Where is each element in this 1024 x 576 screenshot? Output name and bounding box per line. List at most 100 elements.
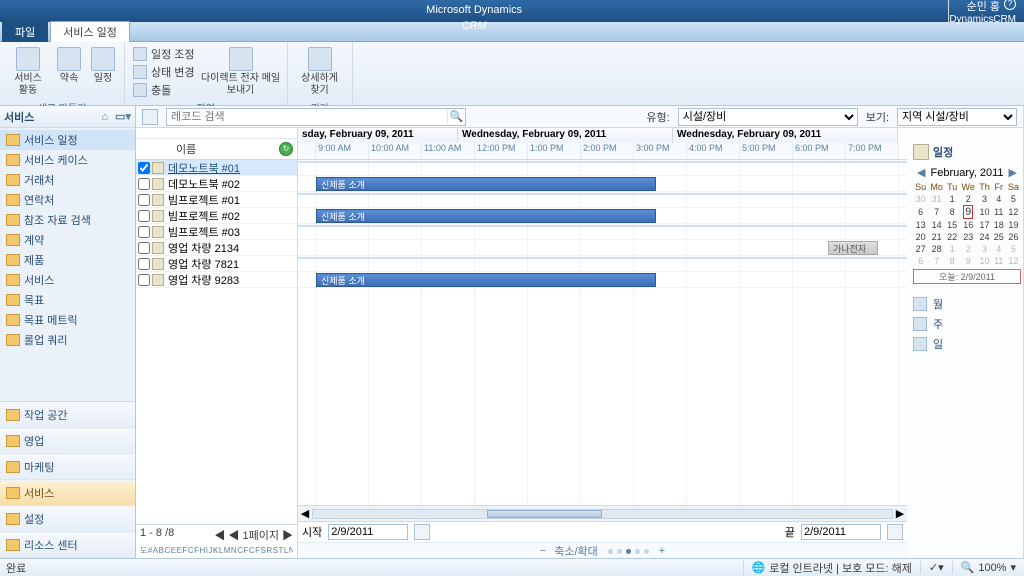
resource-checkbox[interactable] [138, 226, 150, 238]
search-icon[interactable]: 🔍 [447, 110, 465, 123]
alpha-filter[interactable]: 도#ABCEEFCFHIJKLMNCFCFSRSTLNVXYZ [140, 545, 293, 556]
nav-bottom-item-2[interactable]: 마케팅 [0, 454, 135, 480]
mini-cal-day[interactable]: 17 [977, 219, 992, 231]
timeline-row[interactable]: 신제품 소개 [298, 272, 907, 288]
mini-cal-day[interactable]: 14 [928, 219, 945, 231]
nav-bottom-item-4[interactable]: 설정 [0, 506, 135, 532]
change-status-button[interactable]: 상태 변경 [133, 64, 195, 80]
mini-cal-day[interactable]: 11 [992, 255, 1006, 267]
refresh-icon[interactable]: ↻ [279, 142, 293, 156]
resource-checkbox[interactable] [138, 194, 150, 206]
mini-cal-day[interactable]: 3 [977, 193, 992, 205]
start-date-input[interactable] [328, 524, 408, 540]
timeline-hscrollbar[interactable]: ◀▶ [298, 505, 907, 521]
mini-cal-day[interactable]: 9 [959, 205, 977, 219]
compat-button[interactable]: ✓▾ [920, 561, 952, 574]
today-link[interactable]: 오늘: 2/9/2011 [913, 269, 1021, 284]
zoom-out-button[interactable]: − [540, 545, 546, 557]
nav-item-4[interactable]: 참조 자료 검색 [0, 210, 135, 230]
type-select[interactable]: 시설/장비 [678, 108, 858, 126]
appointment[interactable]: 신제품 소개 [316, 177, 656, 191]
nav-item-7[interactable]: 서비스 [0, 270, 135, 290]
mini-cal-day[interactable]: 21 [928, 231, 945, 243]
adjust-schedule-button[interactable]: 일정 조정 [133, 46, 195, 62]
mini-cal-day[interactable]: 1 [945, 243, 959, 255]
mini-cal-day[interactable]: 5 [1006, 243, 1021, 255]
mini-cal-day[interactable]: 6 [913, 255, 928, 267]
zoom-in-button[interactable]: + [659, 545, 665, 557]
timeline-row[interactable]: 가나전자 [298, 240, 907, 256]
view-select[interactable]: 지역 시설/장비 [897, 108, 1017, 126]
mini-cal-day[interactable]: 28 [928, 243, 945, 255]
mini-cal-day[interactable]: 19 [1006, 219, 1021, 231]
appointment[interactable]: 신제품 소개 [316, 209, 656, 223]
mini-cal-day[interactable]: 30 [913, 193, 928, 205]
resource-row[interactable]: 영업 차량 2134 [136, 240, 297, 256]
mini-cal-day[interactable]: 2 [959, 193, 977, 205]
search-box[interactable]: 🔍 [166, 108, 466, 126]
resource-row[interactable]: 데모노트북 #02 [136, 176, 297, 192]
mini-cal-day[interactable]: 18 [992, 219, 1006, 231]
nav-item-10[interactable]: 롤업 쿼리 [0, 330, 135, 350]
mini-cal-day[interactable]: 8 [945, 205, 959, 219]
nav-bottom-item-3[interactable]: 서비스 [0, 480, 135, 506]
calendar-view-link-0[interactable]: 월 [913, 294, 1021, 314]
mini-cal-day[interactable]: 10 [977, 255, 992, 267]
pager[interactable]: ◀ ◀ 1페이지 ▶ [214, 527, 293, 543]
resource-name-header[interactable]: 이름 [172, 141, 279, 157]
mini-cal-day[interactable]: 13 [913, 219, 928, 231]
resource-checkbox[interactable] [138, 242, 150, 254]
mini-cal-day[interactable]: 2 [959, 243, 977, 255]
mini-cal-day[interactable]: 4 [992, 193, 1006, 205]
resource-checkbox[interactable] [138, 210, 150, 222]
tab-file[interactable]: 파일 [2, 21, 48, 42]
calendar-view-link-1[interactable]: 주 [913, 314, 1021, 334]
mini-cal-day[interactable]: 23 [959, 231, 977, 243]
mini-cal-day[interactable]: 8 [945, 255, 959, 267]
next-month-button[interactable]: ▶ [1005, 166, 1021, 179]
mini-cal-day[interactable]: 24 [977, 231, 992, 243]
mini-cal-day[interactable]: 27 [913, 243, 928, 255]
tab-service-schedule[interactable]: 서비스 일정 [50, 21, 130, 42]
advanced-find-button[interactable]: 상세하게 찾기 [294, 44, 346, 100]
timeline-row[interactable] [298, 224, 907, 240]
end-date-calendar-icon[interactable] [887, 524, 903, 540]
resource-row[interactable]: 데모노트북 #01 [136, 160, 297, 176]
nav-item-1[interactable]: 서비스 케이스 [0, 150, 135, 170]
nav-item-9[interactable]: 목표 메트릭 [0, 310, 135, 330]
resource-checkbox[interactable] [138, 274, 150, 286]
help-icon[interactable]: ? [1004, 0, 1016, 10]
nav-item-2[interactable]: 거래처 [0, 170, 135, 190]
mini-cal-day[interactable]: 22 [945, 231, 959, 243]
mini-cal-day[interactable]: 1 [945, 193, 959, 205]
nav-bottom-item-0[interactable]: 작업 공간 [0, 402, 135, 428]
mini-cal-day[interactable]: 7 [928, 205, 945, 219]
mini-cal-day[interactable]: 20 [913, 231, 928, 243]
conflict-button[interactable]: 충돌 [133, 82, 195, 98]
mini-cal-day[interactable]: 15 [945, 219, 959, 231]
nav-item-3[interactable]: 연락처 [0, 190, 135, 210]
timeline-row[interactable] [298, 192, 907, 208]
calendar-view-link-2[interactable]: 일 [913, 334, 1021, 354]
mini-cal-day[interactable]: 9 [959, 255, 977, 267]
mini-cal-day[interactable]: 3 [977, 243, 992, 255]
mini-cal-day[interactable]: 26 [1006, 231, 1021, 243]
mini-cal-day[interactable]: 6 [913, 205, 928, 219]
appointment[interactable]: 가나전자 [828, 241, 878, 255]
timeline-row[interactable] [298, 160, 907, 176]
appointment[interactable]: 신제품 소개 [316, 273, 656, 287]
timeline-row[interactable]: 신제품 소개 [298, 208, 907, 224]
mini-cal-day[interactable]: 16 [959, 219, 977, 231]
end-date-input[interactable] [801, 524, 881, 540]
nav-bottom-item-1[interactable]: 영업 [0, 428, 135, 454]
nav-item-6[interactable]: 제품 [0, 250, 135, 270]
mini-cal-day[interactable]: 31 [928, 193, 945, 205]
resource-row[interactable]: 빔프로젝트 #02 [136, 208, 297, 224]
mini-cal-day[interactable]: 5 [1006, 193, 1021, 205]
nav-pin-icon[interactable]: ▭▾ [115, 111, 131, 123]
mini-cal-day[interactable]: 25 [992, 231, 1006, 243]
send-direct-email-button[interactable]: 다이렉트 전자 메일 보내기 [201, 44, 281, 100]
resource-checkbox[interactable] [138, 162, 150, 174]
prev-month-button[interactable]: ◀ [913, 166, 929, 179]
new-service-activity-button[interactable]: 서비스 활동 [6, 44, 50, 100]
